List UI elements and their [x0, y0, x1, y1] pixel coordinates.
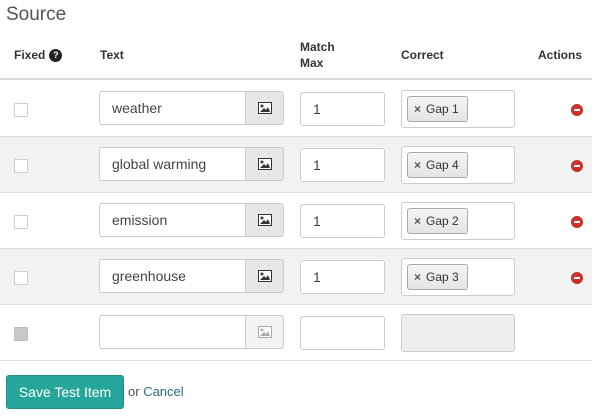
- insert-image-button[interactable]: [245, 203, 284, 237]
- correct-tag-label: Gap 1: [426, 102, 459, 116]
- insert-image-button[interactable]: [245, 147, 284, 181]
- text-input-group: emission: [99, 203, 284, 237]
- text-input-group: [99, 315, 284, 349]
- minus-circle-icon[interactable]: [571, 160, 583, 172]
- image-icon: [257, 270, 272, 282]
- new-item-row: [0, 305, 592, 361]
- insert-image-button[interactable]: [245, 259, 284, 293]
- correct-tag: × Gap 3: [407, 264, 468, 290]
- save-test-item-button[interactable]: Save Test Item: [6, 375, 124, 409]
- correct-tag: × Gap 2: [407, 208, 468, 234]
- match-max-input[interactable]: 1: [300, 148, 385, 182]
- correct-tag-label: Gap 2: [426, 214, 459, 228]
- text-input[interactable]: greenhouse: [99, 259, 245, 293]
- image-icon: [257, 102, 272, 114]
- new-correct-select: [401, 314, 515, 352]
- image-icon: [257, 326, 272, 338]
- new-match-max-input[interactable]: [300, 316, 385, 350]
- fixed-checkbox: [14, 327, 28, 341]
- text-input-group: greenhouse: [99, 259, 284, 293]
- close-icon[interactable]: ×: [414, 158, 421, 172]
- or-label: or: [128, 384, 140, 399]
- correct-select[interactable]: × Gap 1: [401, 90, 515, 128]
- fixed-checkbox[interactable]: [14, 271, 28, 285]
- close-icon[interactable]: ×: [414, 270, 421, 284]
- column-header-fixed-label: Fixed: [14, 48, 46, 62]
- match-max-input[interactable]: 1: [300, 260, 385, 294]
- insert-image-button[interactable]: [245, 91, 284, 125]
- image-icon: [257, 158, 272, 170]
- minus-circle-icon[interactable]: [571, 104, 583, 116]
- cancel-link[interactable]: Cancel: [143, 384, 183, 399]
- correct-tag: × Gap 4: [407, 152, 468, 178]
- correct-select[interactable]: × Gap 3: [401, 258, 515, 296]
- correct-select[interactable]: × Gap 2: [401, 202, 515, 240]
- fixed-checkbox[interactable]: [14, 215, 28, 229]
- text-input[interactable]: global warming: [99, 147, 245, 181]
- column-header-correct: Correct: [401, 48, 444, 62]
- correct-tag-label: Gap 3: [426, 270, 459, 284]
- column-header-match-max: Match Max: [300, 39, 335, 71]
- text-input-group: weather: [99, 91, 284, 125]
- correct-select[interactable]: × Gap 4: [401, 146, 515, 184]
- section-title: Source: [6, 4, 67, 25]
- column-header-text: Text: [100, 48, 124, 62]
- correct-tag-label: Gap 4: [426, 158, 459, 172]
- question-circle-icon[interactable]: ?: [49, 48, 63, 62]
- fixed-checkbox[interactable]: [14, 103, 28, 117]
- image-icon: [257, 214, 272, 226]
- text-input[interactable]: weather: [99, 91, 245, 125]
- fixed-checkbox[interactable]: [14, 159, 28, 173]
- correct-tag: × Gap 1: [407, 96, 468, 122]
- minus-circle-icon[interactable]: [571, 216, 583, 228]
- close-icon[interactable]: ×: [414, 102, 421, 116]
- column-header-match-max-line1: Match: [300, 40, 335, 54]
- match-max-input[interactable]: 1: [300, 204, 385, 238]
- text-input[interactable]: emission: [99, 203, 245, 237]
- close-icon[interactable]: ×: [414, 214, 421, 228]
- table-row: global warming 1 × Gap 4: [0, 137, 592, 193]
- footer-links: or Cancel: [128, 384, 184, 399]
- insert-image-button: [245, 315, 284, 349]
- table-row: greenhouse 1 × Gap 3: [0, 249, 592, 305]
- table-header: Fixed ? Text Match Max Correct Actions: [0, 34, 592, 80]
- minus-circle-icon[interactable]: [571, 272, 583, 284]
- table-row: emission 1 × Gap 2: [0, 193, 592, 249]
- column-header-match-max-line2: Max: [300, 56, 324, 70]
- column-header-actions: Actions: [537, 48, 582, 62]
- new-text-input[interactable]: [99, 315, 245, 349]
- text-input-group: global warming: [99, 147, 284, 181]
- table-row: weather 1 × Gap 1: [0, 81, 592, 137]
- column-header-fixed: Fixed ?: [14, 48, 63, 62]
- match-max-input[interactable]: 1: [300, 92, 385, 126]
